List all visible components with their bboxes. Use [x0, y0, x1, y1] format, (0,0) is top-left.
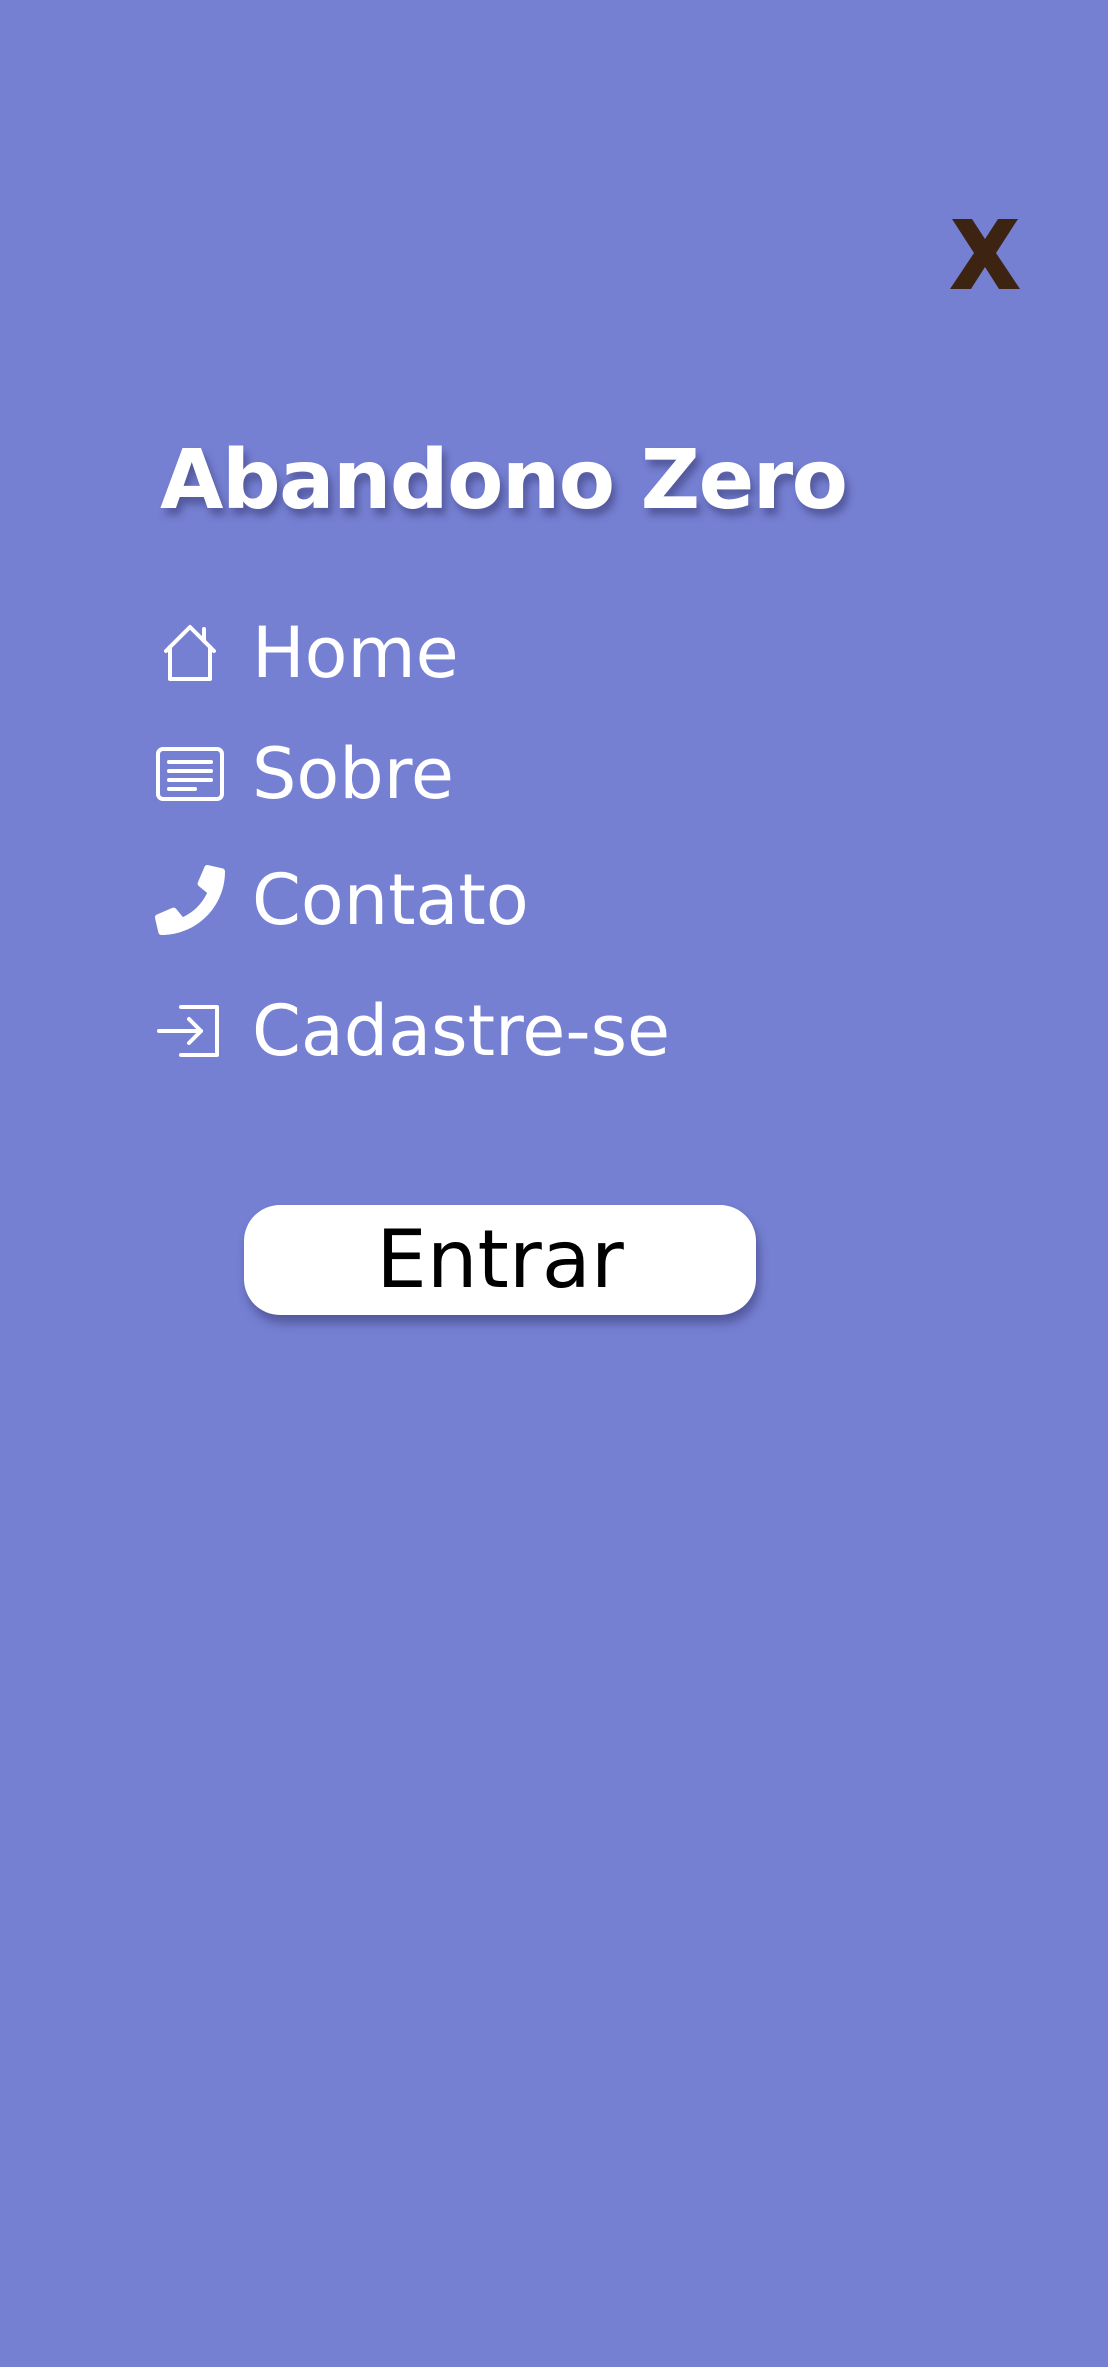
phone-icon — [150, 860, 230, 940]
nav-item-sobre[interactable]: Sobre — [150, 729, 454, 819]
nav-label-cadastre-se: Cadastre-se — [252, 990, 671, 1072]
close-x-icon — [950, 219, 1020, 289]
sign-in-icon — [150, 991, 230, 1071]
login-button-label: Entrar — [376, 1213, 624, 1306]
nav-label-sobre: Sobre — [252, 733, 455, 815]
app-title: Abandono Zero — [160, 433, 848, 528]
newspaper-icon — [150, 734, 230, 814]
close-button[interactable] — [945, 212, 1025, 296]
login-button[interactable]: Entrar — [244, 1205, 756, 1315]
nav-item-contato[interactable]: Contato — [150, 855, 529, 945]
nav-item-home[interactable]: Home — [150, 608, 459, 698]
home-icon — [150, 613, 230, 693]
nav-item-cadastre-se[interactable]: Cadastre-se — [150, 986, 670, 1076]
nav-label-contato: Contato — [252, 859, 529, 941]
nav-label-home: Home — [252, 612, 459, 694]
